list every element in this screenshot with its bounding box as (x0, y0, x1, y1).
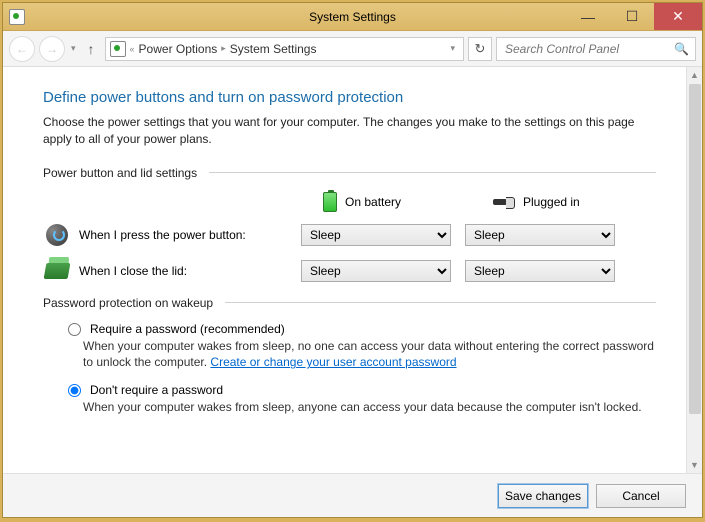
refresh-button[interactable]: ↻ (468, 37, 492, 61)
app-icon (9, 9, 25, 25)
navbar: ← → ▾ ↑ « Power Options ▸ System Setting… (3, 31, 702, 67)
radio-title: Don't require a password (90, 383, 223, 397)
column-headers: On battery Plugged in (43, 192, 656, 212)
search-icon[interactable]: 🔍 (674, 42, 689, 56)
maximize-button[interactable]: ☐ (610, 3, 654, 30)
col-label: Plugged in (523, 195, 580, 209)
battery-icon (323, 192, 337, 212)
col-on-battery: On battery (323, 192, 483, 212)
lid-icon (44, 263, 71, 279)
power-button-plugged-select[interactable]: Sleep (465, 224, 615, 246)
scroll-up-button[interactable]: ▲ (687, 67, 702, 83)
breadcrumb[interactable]: « Power Options ▸ System Settings ▾ (105, 37, 464, 61)
body: Define power buttons and turn on passwor… (3, 67, 702, 473)
history-dropdown[interactable]: ▾ (69, 43, 78, 54)
power-button-battery-select[interactable]: Sleep (301, 224, 451, 246)
divider (225, 302, 656, 303)
breadcrumb-item[interactable]: System Settings (230, 42, 317, 56)
radio-description: When your computer wakes from sleep, any… (63, 399, 656, 416)
scroll-thumb[interactable] (689, 84, 701, 414)
radio-dont-require-password-input[interactable] (68, 384, 81, 397)
breadcrumb-separator-icon: ▸ (221, 43, 226, 54)
up-button[interactable]: ↑ (82, 41, 101, 57)
minimize-button[interactable]: — (566, 3, 610, 30)
divider (209, 172, 656, 173)
footer: Save changes Cancel (3, 473, 702, 517)
radio-require-password: Require a password (recommended) When yo… (43, 322, 656, 372)
search-input[interactable] (503, 41, 674, 57)
scrollbar[interactable]: ▲ ▼ (686, 67, 702, 473)
row-label: When I press the power button: (71, 228, 301, 242)
save-button[interactable]: Save changes (498, 484, 588, 508)
create-password-link[interactable]: Create or change your user account passw… (210, 355, 456, 369)
radio-require-password-input[interactable] (68, 323, 81, 336)
scroll-down-button[interactable]: ▼ (687, 457, 702, 473)
radio-label[interactable]: Require a password (recommended) (63, 322, 656, 336)
radio-title: Require a password (recommended) (90, 322, 285, 336)
radio-description: When your computer wakes from sleep, no … (63, 338, 656, 372)
window: System Settings — ☐ ✕ ← → ▾ ↑ « Power Op… (2, 2, 703, 518)
row-power-button: When I press the power button: Sleep Sle… (43, 224, 656, 246)
titlebar: System Settings — ☐ ✕ (3, 3, 702, 31)
section-label: Password protection on wakeup (43, 296, 213, 310)
section-label: Power button and lid settings (43, 166, 197, 180)
search-box[interactable]: 🔍 (496, 37, 696, 61)
power-button-icon (46, 224, 68, 246)
breadcrumb-dropdown-icon[interactable]: ▾ (446, 43, 459, 54)
section-power-button: Power button and lid settings (43, 166, 656, 180)
radio-label[interactable]: Don't require a password (63, 383, 656, 397)
cancel-button[interactable]: Cancel (596, 484, 686, 508)
breadcrumb-item[interactable]: Power Options (139, 42, 218, 56)
lid-plugged-select[interactable]: Sleep (465, 260, 615, 282)
page-title: Define power buttons and turn on passwor… (43, 89, 656, 106)
col-plugged-in: Plugged in (493, 192, 653, 212)
close-button[interactable]: ✕ (654, 3, 702, 30)
radio-dont-require-password: Don't require a password When your compu… (43, 383, 656, 416)
forward-button[interactable]: → (39, 36, 65, 62)
breadcrumb-prefix: « (130, 44, 135, 54)
plug-icon (493, 197, 515, 207)
page-subtitle: Choose the power settings that you want … (43, 114, 656, 148)
back-button[interactable]: ← (9, 36, 35, 62)
control-panel-icon (110, 41, 126, 57)
row-label: When I close the lid: (71, 264, 301, 278)
content: Define power buttons and turn on passwor… (3, 67, 686, 473)
section-password: Password protection on wakeup (43, 296, 656, 310)
col-label: On battery (345, 195, 401, 209)
row-close-lid: When I close the lid: Sleep Sleep (43, 260, 656, 282)
lid-battery-select[interactable]: Sleep (301, 260, 451, 282)
window-controls: — ☐ ✕ (566, 3, 702, 30)
